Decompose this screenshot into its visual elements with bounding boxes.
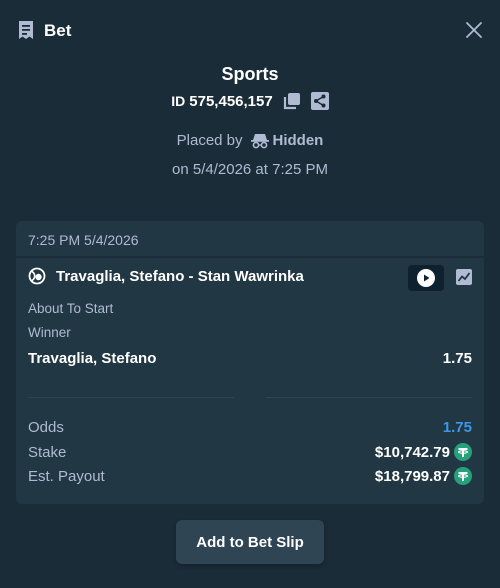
- payout-label: Est. Payout: [28, 467, 105, 485]
- placed-on-date: on 5/4/2026 at 7:25 PM: [172, 161, 328, 178]
- odds-row: Odds 1.75: [28, 419, 472, 436]
- divider: [28, 397, 234, 398]
- odds-label: Odds: [28, 419, 64, 436]
- stake-value: $10,742.79: [374, 443, 450, 461]
- divider: [266, 397, 472, 398]
- stake-row: Stake $10,742.79: [28, 443, 472, 461]
- event-status: About To Start: [28, 301, 114, 316]
- match-row[interactable]: Travaglia, Stefano - Stan Wawrinka: [28, 267, 304, 285]
- play-icon: [417, 269, 435, 287]
- odds-value: 1.75: [442, 419, 472, 436]
- stats-chart-icon[interactable]: [456, 269, 472, 285]
- payout-value: $18,799.87: [374, 467, 450, 485]
- modal-title: Bet: [44, 21, 72, 40]
- bet-id-number: 575,456,157: [189, 92, 273, 110]
- bet-slip-icon: [19, 21, 33, 39]
- payout-row: Est. Payout $18,799.87: [28, 467, 472, 485]
- selection-name: Travaglia, Stefano: [28, 350, 157, 367]
- bet-id-row: ID 575,456,157: [0, 92, 500, 110]
- modal-header: Bet: [0, 0, 500, 60]
- tether-icon: [454, 467, 472, 485]
- stake-value-wrap: $10,742.79: [375, 443, 472, 461]
- share-icon[interactable]: [310, 92, 329, 110]
- copy-icon[interactable]: [283, 92, 301, 110]
- stake-label: Stake: [28, 443, 67, 461]
- bet-timestamp: 7:25 PM 5/4/2026: [16, 221, 484, 258]
- tennis-ball-icon: [28, 267, 46, 285]
- payout-value-wrap: $18,799.87: [375, 467, 472, 485]
- sport-title: Sports: [221, 64, 279, 84]
- live-stream-button[interactable]: [408, 265, 444, 291]
- match-name[interactable]: Travaglia, Stefano - Stan Wawrinka: [56, 268, 304, 285]
- placed-by-user: Hidden: [272, 132, 324, 149]
- placed-by-label: Placed by: [176, 132, 243, 149]
- placed-by-row: Placed by Hidden: [0, 132, 500, 149]
- market-name: Winner: [28, 325, 71, 340]
- bet-card: 7:25 PM 5/4/2026 Travaglia, Stefano - St…: [16, 221, 484, 504]
- selection-odds: 1.75: [442, 350, 472, 367]
- tether-icon: [454, 443, 472, 461]
- close-icon[interactable]: [464, 20, 484, 40]
- bet-id-label: ID: [171, 93, 186, 109]
- incognito-icon: [250, 133, 269, 148]
- add-to-bet-slip-button[interactable]: Add to Bet Slip: [176, 520, 324, 564]
